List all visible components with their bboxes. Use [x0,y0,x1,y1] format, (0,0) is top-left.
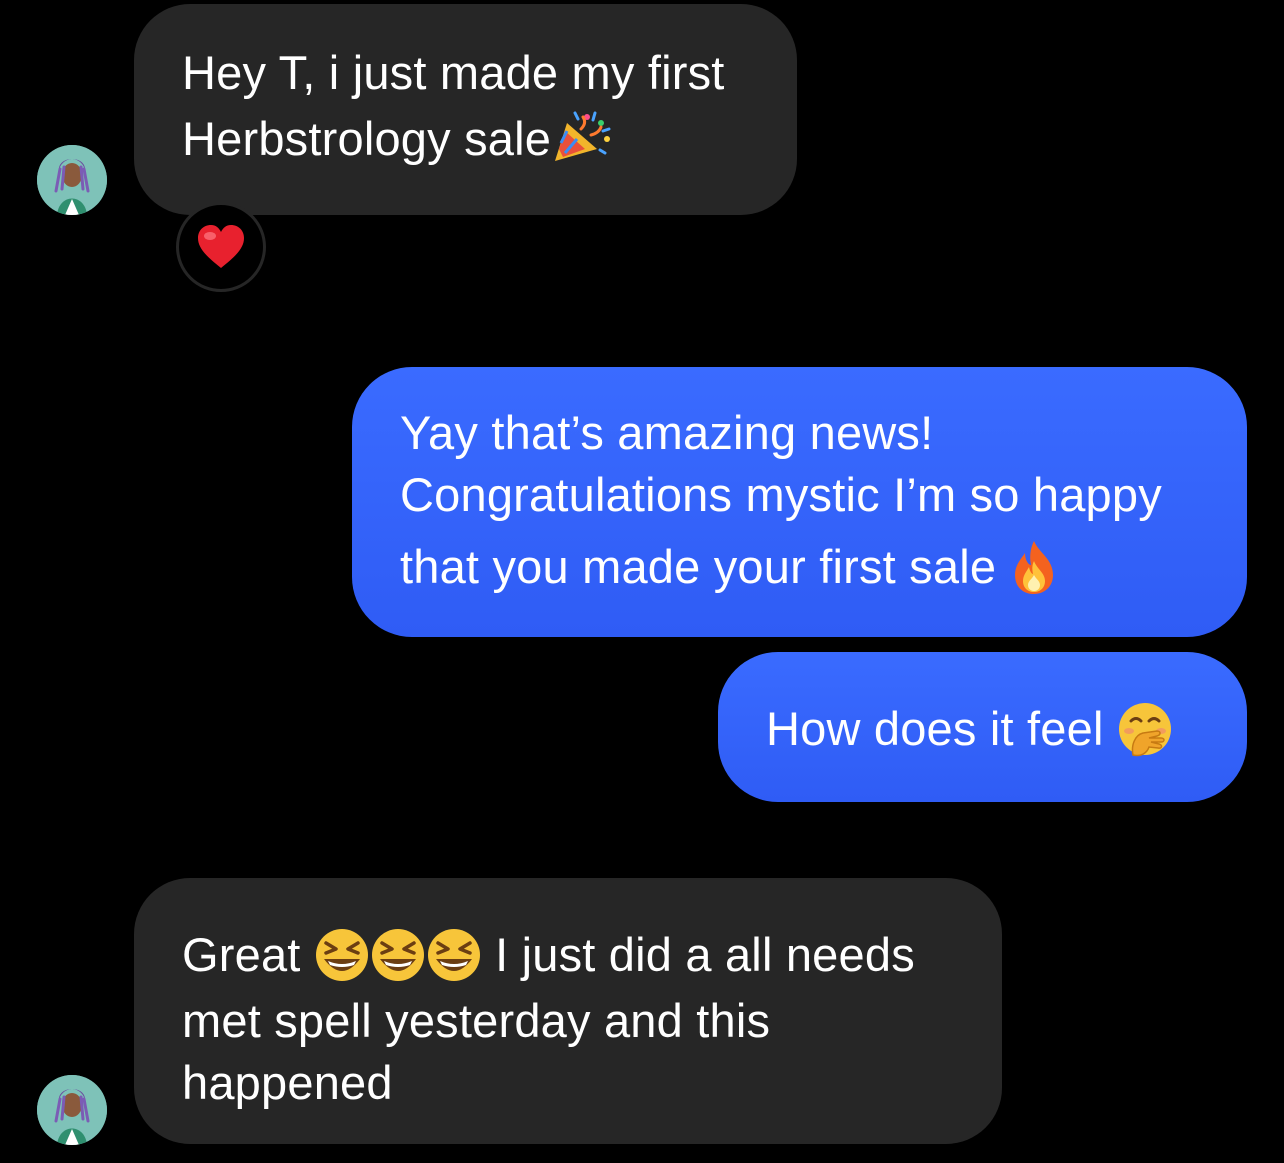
message-text-line-with-emoji: How does it feel [766,696,1199,762]
message-bubble-outgoing[interactable]: Yay that’s amazing news! Congratulations… [352,367,1247,637]
avatar-illustration [37,1075,107,1145]
message-bubble-incoming[interactable]: Hey T, i just made my first Herbstrology… [134,4,797,215]
grinning-squinting-face-icon [371,929,424,981]
grinning-squinting-face-icon [427,929,480,981]
message-text-line: I just did a all needs [495,928,915,981]
red-heart-icon [198,225,244,268]
message-text-line: met spell yesterday and this [182,994,771,1047]
face-with-hand-over-mouth-icon [1118,703,1171,757]
message-text-line: Hey T, i just made my first [182,46,725,99]
party-popper-icon [555,111,611,161]
grinning-squinting-face-icon [315,929,368,981]
message-text-line: Yay that’s amazing news! [400,406,934,459]
avatar-illustration [37,145,107,215]
message-text-line-with-emoji: that you made your first sale [400,534,1199,600]
message-reaction[interactable] [176,202,266,292]
message-text-line: How does it feel [766,702,1104,755]
sender-avatar[interactable] [37,1075,107,1145]
message-bubble-outgoing[interactable]: How does it feel [718,652,1247,802]
message-text-line: Great [182,928,301,981]
message-bubble-incoming[interactable]: Great I just did a all needs met spell y… [134,878,1002,1144]
message-text-line: happened [182,1056,393,1109]
sender-avatar[interactable] [37,145,107,215]
message-text-line: Congratulations mystic I’m so happy [400,468,1162,521]
message-text-line-with-emoji: Great I just did a all needs [182,922,954,988]
fire-icon [1015,541,1054,594]
message-text-line: Herbstrology sale [182,112,552,165]
message-text-line-with-emoji: Herbstrology sale [182,106,749,172]
message-text-line: that you made your first sale [400,540,997,593]
